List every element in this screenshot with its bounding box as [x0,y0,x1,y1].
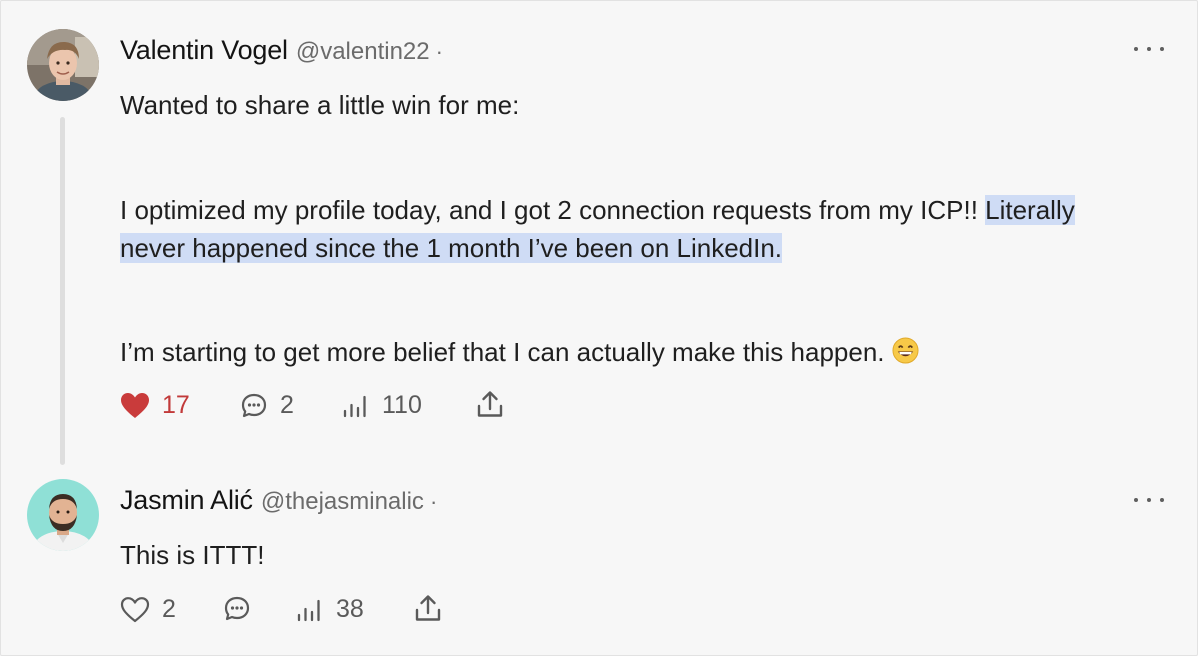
post-line-3: I’m starting to get more belief that I c… [120,333,1180,374]
bar-chart-icon [296,596,324,624]
comment-button[interactable] [223,595,251,623]
avatar[interactable] [27,29,99,101]
author-handle[interactable]: @valentin22 [296,38,430,66]
reply-text: This is ITTT! [120,536,1180,574]
like-count: 2 [162,595,176,623]
heart-icon [120,596,150,624]
more-options-icon[interactable] [1134,39,1164,59]
share-upload-icon [475,390,505,420]
post-line-1: Wanted to share a little win for me: [120,86,1180,124]
author-name[interactable]: Valentin Vogel [120,35,288,66]
comment-bubble-icon [240,392,268,420]
view-count: 38 [336,595,364,623]
share-button[interactable] [413,594,443,624]
post-line-2: I optimized my profile today, and I got … [120,191,1180,267]
grinning-face-emoji [892,336,919,374]
reply-header: Jasmin Alić @thejasminalic · [120,485,437,516]
author-handle[interactable]: @thejasminalic [261,488,424,516]
like-count: 17 [162,391,190,419]
more-options-icon[interactable] [1134,490,1164,510]
reply-text-content: This is ITTT! [120,540,265,570]
highlighted-text: Literally [985,195,1075,225]
avatar[interactable] [27,479,99,551]
comment-bubble-icon [223,595,251,623]
highlighted-text: never happened since the 1 month I’ve be… [120,233,783,263]
author-name[interactable]: Jasmin Alić [120,485,253,516]
bar-chart-icon [342,392,370,420]
thread-card: Valentin Vogel @valentin22 · Wanted to s… [0,0,1198,656]
like-button[interactable]: 2 [120,595,176,624]
post-text: I’m starting to get more belief that I c… [120,337,892,367]
post-header: Valentin Vogel @valentin22 · [120,35,443,66]
views-button[interactable]: 38 [296,595,364,624]
separator-dot: · [429,489,438,514]
post-text: Wanted to share a little win for me: [120,90,520,120]
heart-icon [120,392,150,420]
comment-button[interactable]: 2 [240,391,294,420]
post-text: I optimized my profile today, and I got … [120,195,986,225]
comment-count: 2 [280,391,294,419]
thread-line [60,117,65,465]
like-button[interactable]: 17 [120,391,190,420]
share-button[interactable] [475,390,505,420]
share-upload-icon [413,594,443,624]
views-button[interactable]: 110 [342,391,422,420]
view-count: 110 [382,391,422,419]
separator-dot: · [435,39,443,64]
